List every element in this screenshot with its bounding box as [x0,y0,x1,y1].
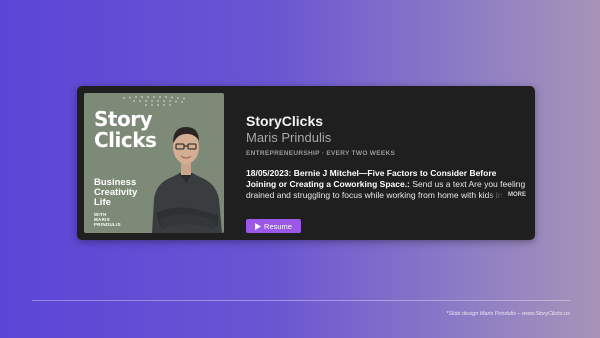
episode-description: 18/05/2023: Bernie J Mitchel—Five Factor… [246,168,526,201]
slide-credit: *Slide design Maris Prindulis – www.Stor… [446,311,570,317]
show-category: ENTREPRENEURSHIP · EVERY TWO WEEKS [246,150,396,157]
host-portrait [152,127,222,233]
resume-button[interactable]: Resume [246,219,301,233]
show-title[interactable]: StoryClicks [246,113,526,129]
cover-host-credit: WITH MARIS PRINDULIS [94,212,121,227]
cover-subtitle: Business Creativity Life [94,177,138,208]
show-author[interactable]: Maris Prindulis [246,130,526,146]
more-link[interactable]: MORE [486,190,526,201]
podcast-cover-art[interactable]: Story Clicks Business Creativity Life WI… [84,93,224,233]
podcast-info: StoryClicks Maris Prindulis ENTREPRENEUR… [246,113,526,201]
footer-divider [32,300,570,301]
podcast-card: Story Clicks Business Creativity Life WI… [77,86,535,240]
play-icon [255,222,262,230]
resume-label: Resume [264,221,292,231]
